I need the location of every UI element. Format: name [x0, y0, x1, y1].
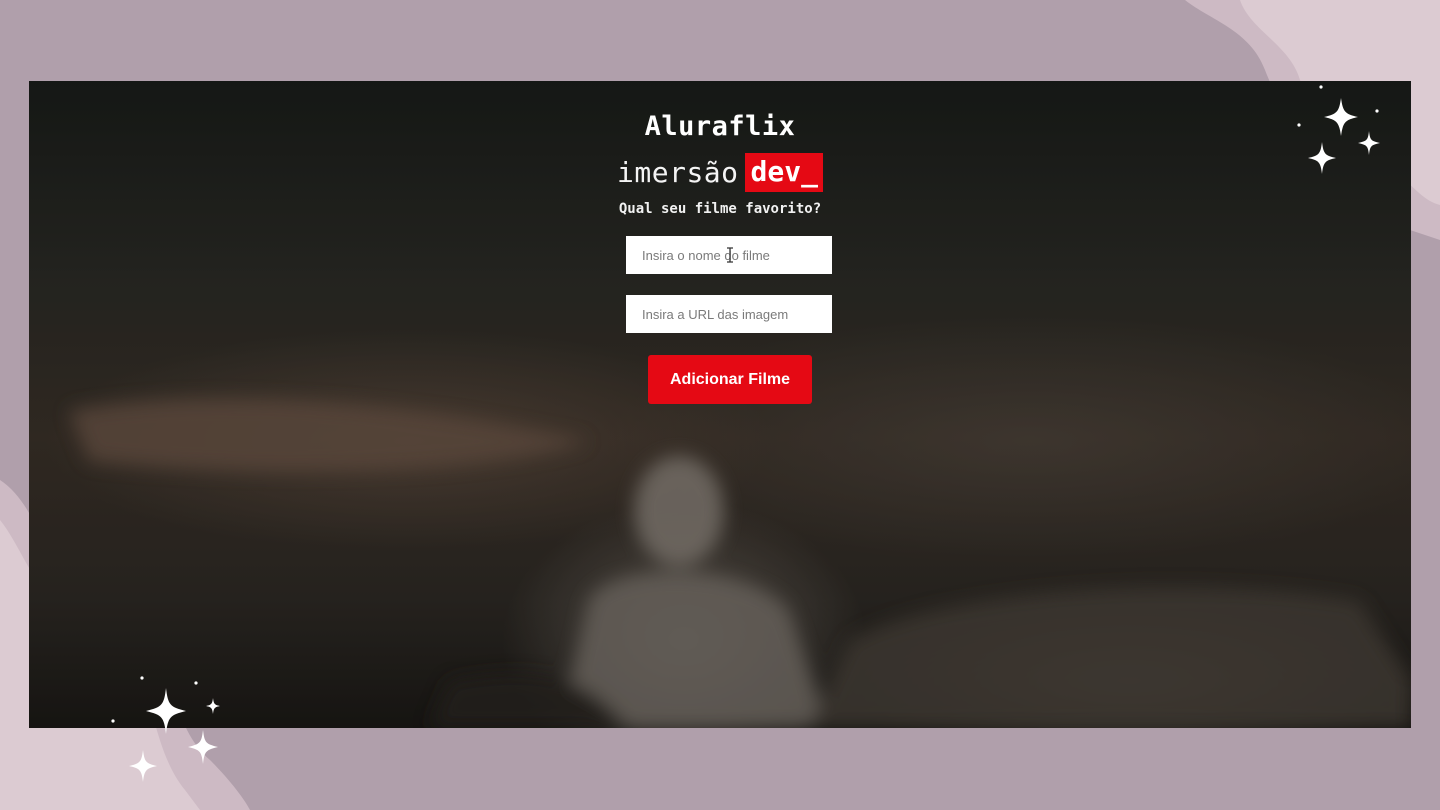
sparkle-icon: [188, 730, 218, 764]
sparkle-icon: [146, 688, 186, 734]
prompt-text: Qual seu filme favorito?: [618, 201, 822, 217]
brand-light-text: imersão: [617, 156, 739, 189]
sparkle-icon: [206, 698, 220, 714]
brand-badge: dev_: [744, 153, 823, 192]
app-viewport: Aluraflix imersão dev_ Qual seu filme fa…: [29, 81, 1411, 728]
sparkle-icon: [129, 750, 157, 782]
sparkle-icon: [1358, 131, 1380, 155]
sparkle-icon: [1308, 142, 1336, 174]
sparkle-icon: [1319, 85, 1323, 89]
sparkle-icon: [140, 676, 144, 680]
page-title: Aluraflix: [644, 111, 796, 142]
brand-logo: imersão dev_: [29, 153, 1411, 192]
add-movie-button[interactable]: Adicionar Filme: [648, 355, 812, 404]
text-cursor-icon: [727, 247, 733, 263]
sparkle-icon: [1297, 123, 1301, 127]
image-url-input[interactable]: [626, 295, 832, 333]
sparkle-icon: [111, 719, 115, 723]
sparkle-icon: [1324, 98, 1358, 136]
sparkle-icon: [194, 681, 198, 685]
sparkle-icon: [1375, 109, 1379, 113]
